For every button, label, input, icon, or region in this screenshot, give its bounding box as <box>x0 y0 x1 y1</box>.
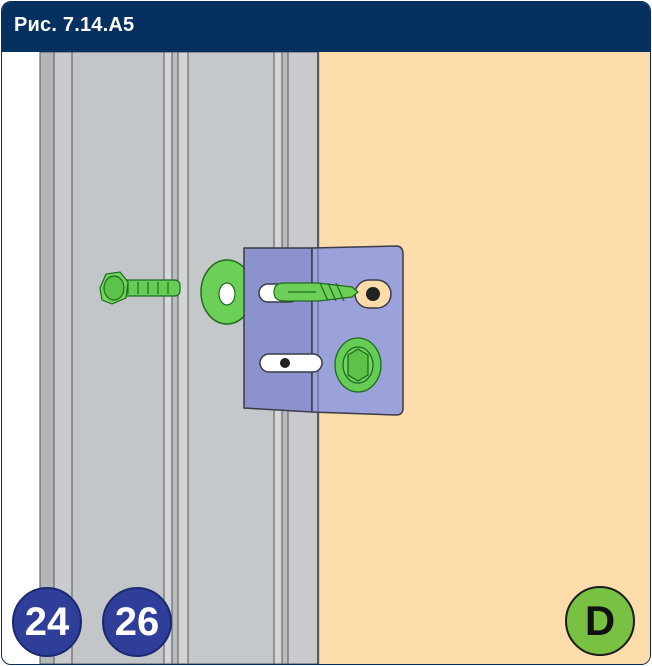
fixing-screw <box>334 337 382 393</box>
wall-plug <box>273 282 359 302</box>
part-badge-26: 26 <box>102 587 172 657</box>
l-bracket <box>243 245 404 416</box>
part-badge-24: 24 <box>12 587 82 657</box>
assembly-drawing <box>39 51 650 664</box>
figure-frame: Рис. 7.14.A5 24 26 D <box>1 1 651 665</box>
figure-header: Рис. 7.14.A5 <box>2 2 650 52</box>
illustration: 24 26 D <box>2 51 650 664</box>
variant-badge-d: D <box>565 586 635 656</box>
figure-title: Рис. 7.14.A5 <box>14 14 135 36</box>
